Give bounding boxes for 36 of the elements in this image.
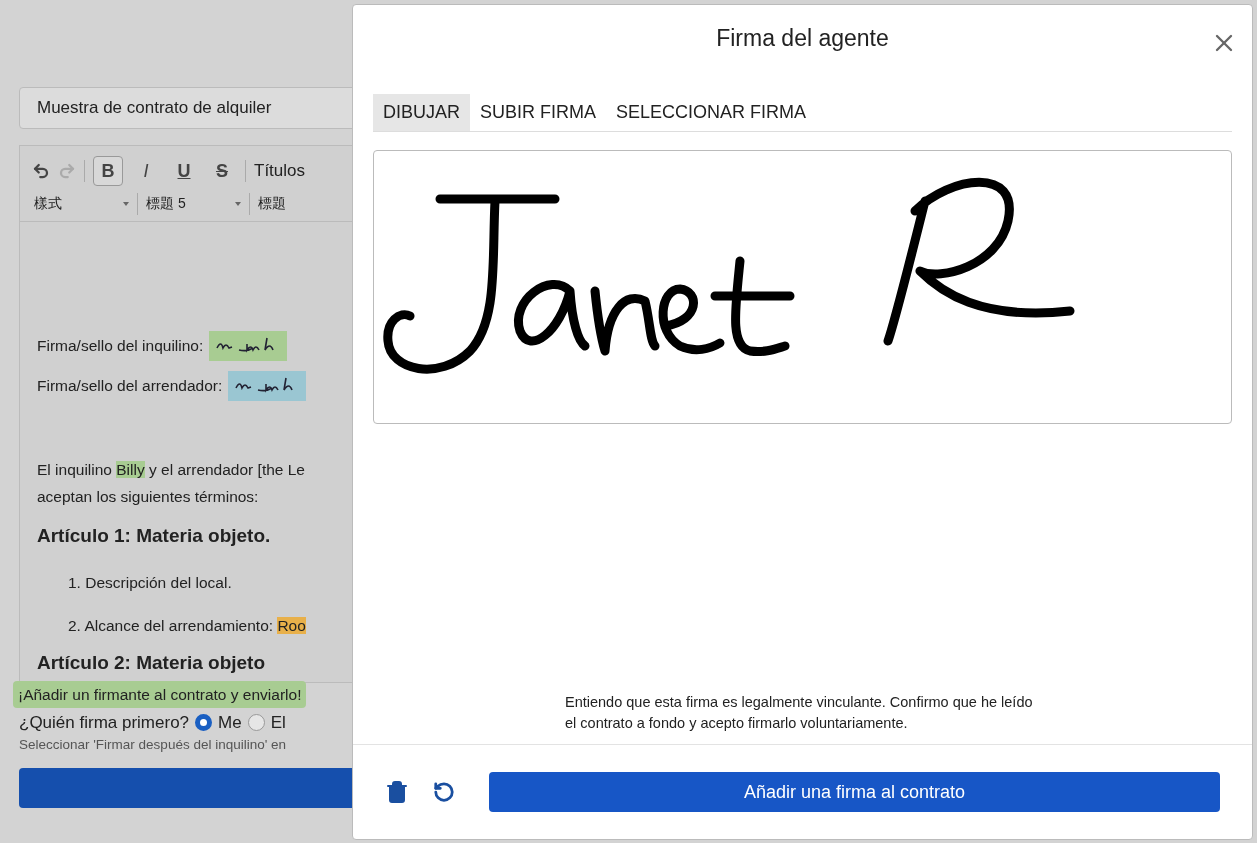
- article-heading: Artículo 2: Materia objeto: [37, 651, 267, 675]
- format-button[interactable]: I: [131, 156, 161, 186]
- undo-icon[interactable]: [32, 162, 50, 180]
- tab[interactable]: SUBIR FIRMA: [470, 94, 607, 131]
- style-dropdown[interactable]: 標題 5: [146, 193, 241, 214]
- radio-label[interactable]: Me: [218, 709, 242, 736]
- radio-button[interactable]: [247, 714, 265, 731]
- headings-label[interactable]: Títulos: [254, 158, 306, 184]
- format-button[interactable]: B: [93, 156, 123, 186]
- caret-icon: [235, 201, 241, 206]
- radio-button[interactable]: [195, 714, 213, 731]
- list-item: 1. Descripción del local.: [67, 572, 233, 593]
- format-button[interactable]: S: [207, 156, 237, 186]
- banner-text: ¡Añadir un firmante al contrato y enviarlo!: [13, 680, 307, 708]
- format-button[interactable]: U: [169, 156, 199, 186]
- add-signature-button[interactable]: Añadir una firma al contrato: [489, 772, 1220, 812]
- tab[interactable]: SELECCIONAR FIRMA: [606, 94, 817, 131]
- signature-label: Firma/sello del inquilino:: [37, 336, 204, 357]
- caret-icon: [123, 201, 129, 206]
- radio-label[interactable]: El: [270, 709, 286, 736]
- article-heading: Artículo 1: Materia objeto.: [37, 524, 272, 548]
- hint-text: Seleccionar 'Firmar después del inquilino' en: [18, 736, 288, 755]
- question-label: ¿Quién firma primero?: [19, 711, 190, 734]
- paragraph-text: El inquilino Billy y el arrendador [the Le aceptan los siguientes términos:: [37, 460, 306, 507]
- style-dropdown[interactable]: 樣式: [34, 193, 129, 214]
- send-button[interactable]: [19, 767, 352, 808]
- undo-icon[interactable]: [433, 781, 455, 803]
- disclaimer-text: Entiendo que esta firma es legalmente vinculante. Confirmo que he leído el contrato a fondo y acepto firmarlo voluntariamente.: [565, 693, 1034, 733]
- tab[interactable]: DIBUJAR: [373, 94, 470, 131]
- drawing-canvas[interactable]: [373, 150, 1232, 424]
- delete-icon[interactable]: [385, 780, 409, 804]
- style-dropdown[interactable]: 標題: [258, 193, 352, 214]
- list-item: 2. Alcance del arrendamiento: Roo: [67, 615, 307, 636]
- document-title-field[interactable]: Muestra de contrato de alquiler: [19, 87, 352, 129]
- signature-label: Firma/sello del arrendador:: [37, 376, 223, 397]
- modal-title: Firma del agente: [716, 23, 889, 53]
